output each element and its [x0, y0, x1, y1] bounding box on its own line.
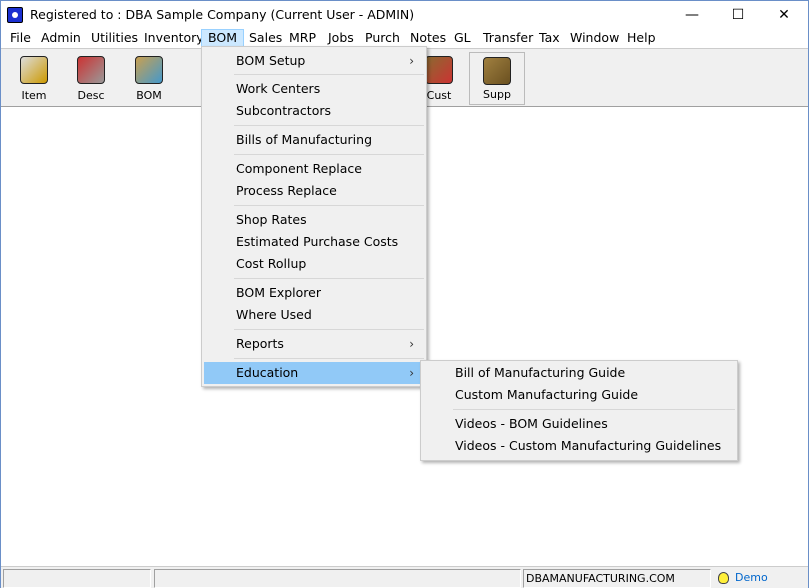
- menu-help[interactable]: Help: [621, 29, 662, 47]
- menu-separator: [234, 278, 424, 279]
- toolbar-desc-button[interactable]: Desc: [63, 52, 119, 105]
- toolbar-item-button[interactable]: Item: [6, 52, 62, 105]
- menu-purch[interactable]: Purch: [359, 29, 406, 47]
- menu-item-subcontractors[interactable]: Subcontractors: [204, 100, 424, 122]
- status-panel-2: [154, 569, 521, 588]
- menu-item-process-replace[interactable]: Process Replace: [204, 180, 424, 202]
- menu-tax[interactable]: Tax: [533, 29, 566, 47]
- status-bar: DBAMANUFACTURING.COM Demo: [1, 566, 808, 588]
- submenu-item-custom-manufacturing-guide[interactable]: Custom Manufacturing Guide: [423, 384, 735, 406]
- menu-separator: [453, 409, 735, 410]
- menu-item-cost-rollup[interactable]: Cost Rollup: [204, 253, 424, 275]
- menu-notes[interactable]: Notes: [404, 29, 452, 47]
- menu-mrp[interactable]: MRP: [283, 29, 322, 47]
- menu-item-shop-rates[interactable]: Shop Rates: [204, 209, 424, 231]
- menu-separator: [234, 205, 424, 206]
- toolbar-label: Desc: [77, 89, 105, 102]
- menu-utilities[interactable]: Utilities: [85, 29, 144, 47]
- menu-item-label: Work Centers: [236, 81, 321, 96]
- menu-item-label: Subcontractors: [236, 103, 332, 118]
- menu-item-bom-explorer[interactable]: BOM Explorer: [204, 282, 424, 304]
- menu-item-bills-of-manufacturing[interactable]: Bills of Manufacturing: [204, 129, 424, 151]
- close-button[interactable]: ✕: [761, 1, 807, 29]
- menu-item-label: Education: [236, 365, 299, 380]
- submenu-item-videos-bom-guidelines[interactable]: Videos - BOM Guidelines: [423, 413, 735, 435]
- status-mode: Demo: [713, 569, 805, 588]
- menu-item-label: Shop Rates: [236, 212, 307, 227]
- menu-item-component-replace[interactable]: Component Replace: [204, 158, 424, 180]
- status-website: DBAMANUFACTURING.COM: [523, 569, 711, 588]
- menu-item-where-used[interactable]: Where Used: [204, 304, 424, 326]
- customer-folder-icon: [425, 56, 453, 84]
- education-submenu: Bill of Manufacturing Guide Custom Manufa…: [420, 360, 738, 461]
- menu-admin[interactable]: Admin: [35, 29, 87, 47]
- bom-icon: [135, 56, 163, 84]
- menu-item-label: Cost Rollup: [236, 256, 307, 271]
- supplier-folder-icon: [483, 57, 511, 85]
- menu-item-label: Reports: [236, 336, 284, 351]
- menu-jobs[interactable]: Jobs: [322, 29, 360, 47]
- menu-item-bom-setup[interactable]: BOM Setup ›: [204, 50, 424, 72]
- menu-item-label: Where Used: [236, 307, 312, 322]
- menu-item-label: Component Replace: [236, 161, 362, 176]
- app-icon[interactable]: [7, 7, 23, 23]
- chevron-right-icon: ›: [409, 54, 414, 68]
- menu-separator: [234, 329, 424, 330]
- menu-file[interactable]: File: [4, 29, 37, 47]
- menu-separator: [234, 358, 424, 359]
- menu-separator: [234, 74, 424, 75]
- menu-window[interactable]: Window: [564, 29, 625, 47]
- toolbar-bom-button[interactable]: BOM: [121, 52, 177, 105]
- minimize-button[interactable]: —: [669, 1, 715, 29]
- menu-item-estimated-purchase-costs[interactable]: Estimated Purchase Costs: [204, 231, 424, 253]
- window-title: Registered to : DBA Sample Company (Curr…: [30, 7, 415, 22]
- toolbar-supp-button[interactable]: Supp: [469, 52, 525, 105]
- maximize-button[interactable]: ☐: [715, 1, 761, 29]
- lightbulb-icon: [718, 572, 729, 584]
- menu-item-education[interactable]: Education ›: [204, 362, 424, 384]
- menu-item-work-centers[interactable]: Work Centers: [204, 78, 424, 100]
- menu-inventory[interactable]: Inventory: [138, 29, 210, 47]
- status-panel-1: [3, 569, 151, 588]
- menu-transfer[interactable]: Transfer: [477, 29, 539, 47]
- menu-item-label: BOM Setup: [236, 53, 306, 68]
- title-bar: Registered to : DBA Sample Company (Curr…: [1, 1, 808, 29]
- bom-menu: BOM Setup › Work Centers Subcontractors Bill…: [201, 46, 427, 387]
- menu-bom[interactable]: BOM: [201, 29, 244, 47]
- toolbar-label: Item: [21, 89, 47, 102]
- chevron-right-icon: ›: [409, 366, 414, 380]
- mode-label: Demo: [735, 571, 768, 584]
- menu-gl[interactable]: GL: [448, 29, 477, 47]
- menu-item-label: Bills of Manufacturing: [236, 132, 373, 147]
- menu-separator: [234, 125, 424, 126]
- toolbar-label: BOM: [136, 89, 162, 102]
- item-box-icon: [20, 56, 48, 84]
- menu-item-reports[interactable]: Reports ›: [204, 333, 424, 355]
- menu-item-label: Estimated Purchase Costs: [236, 234, 399, 249]
- menu-item-label: BOM Explorer: [236, 285, 321, 300]
- menu-bar: File Admin Utilities Inventory BOM Sales MRP Jo…: [1, 29, 808, 47]
- chevron-right-icon: ›: [409, 337, 414, 351]
- menu-item-label: Process Replace: [236, 183, 337, 198]
- menu-separator: [234, 154, 424, 155]
- menu-sales[interactable]: Sales: [243, 29, 288, 47]
- toolbar-label: Supp: [483, 88, 511, 101]
- submenu-item-bill-of-manufacturing-guide[interactable]: Bill of Manufacturing Guide: [423, 362, 735, 384]
- submenu-item-videos-custom-manufacturing-guidelines[interactable]: Videos - Custom Manufacturing Guidelines: [423, 435, 735, 457]
- description-icon: [77, 56, 105, 84]
